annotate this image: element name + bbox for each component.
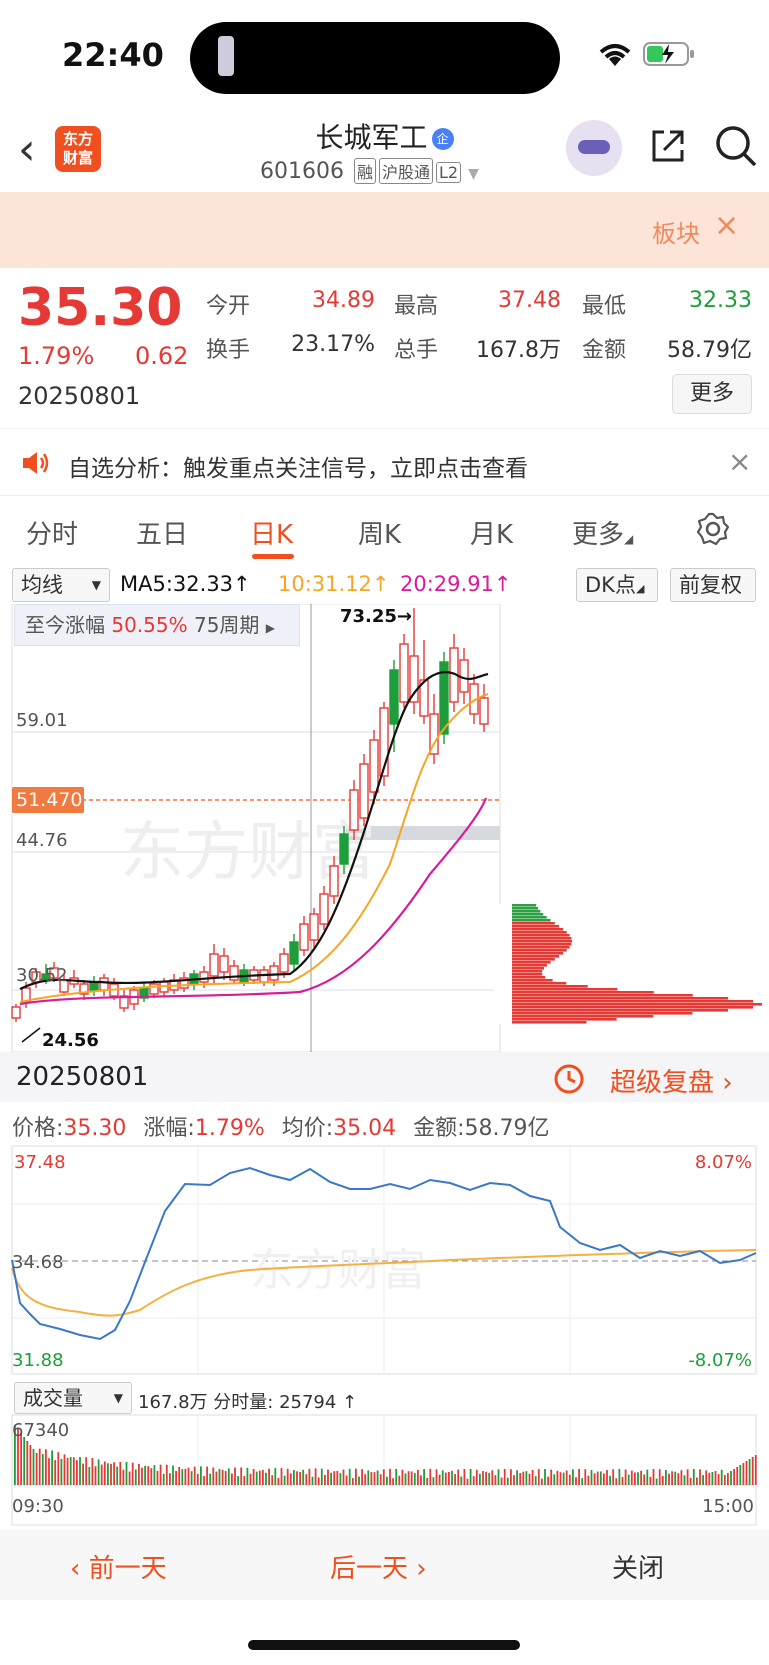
next-day-button[interactable]: 后一天 › [330, 1548, 427, 1585]
quote-panel: 35.30 1.79% 0.62 20250801 今开 34.89 最高 37… [0, 268, 769, 428]
banner-close-icon[interactable]: × [714, 208, 739, 243]
tab-five-day[interactable]: 五日 [136, 514, 188, 551]
change-amount: 0.62 [135, 342, 189, 370]
kchart-y-30: 30.52 [16, 965, 68, 986]
ma10-value: 10:31.12↑ [278, 572, 390, 596]
tab-weekly-k[interactable]: 周K [358, 514, 401, 551]
status-bar: 22:40 [0, 0, 769, 110]
kchart-y-59: 59.01 [16, 710, 68, 731]
super-replay-button[interactable]: 超级复盘 › [610, 1062, 733, 1099]
period-gain-box[interactable]: 至今涨幅 50.55% 75周期 ▶ [14, 604, 300, 646]
low-label: 最低 [582, 294, 627, 319]
turnover-label: 换手 [206, 338, 251, 363]
high-label: 最高 [394, 294, 439, 319]
minute-avg: 35.04 [333, 1116, 397, 1141]
kchart-low-label: 24.56 [42, 1030, 99, 1051]
minute-data-row: 价格:35.30 涨幅:1.79% 均价:35.04 金额:58.79亿 [12, 1116, 550, 1141]
adjust-mode-button[interactable]: 前复权 [670, 568, 756, 602]
ma5-value: MA5:32.33↑ [120, 572, 251, 596]
intraday-pmax: 8.07% [695, 1152, 752, 1173]
replay-row: 20250801 超级复盘 › [0, 1052, 769, 1102]
intraday-watermark: 东方财富 [250, 1245, 426, 1296]
dynamic-island [190, 22, 560, 94]
tag-level2: L2 [436, 162, 462, 183]
tab-daily-k[interactable]: 日K [250, 514, 293, 551]
volume-select[interactable]: 成交量 ▼ [14, 1382, 132, 1414]
close-button[interactable]: 关闭 [612, 1548, 664, 1585]
volume-profile [512, 904, 763, 1024]
notice-bar[interactable]: 自选分析：触发重点关注信号，立即点击查看 × [0, 428, 769, 496]
indicator-bar: 均线 ▼ MA5:32.33↑ 10:31.12↑ 20:29.91↑ DK点◢ … [0, 566, 769, 606]
banner-text: 板块 [652, 220, 700, 248]
stock-code: 601606 [260, 159, 344, 184]
intraday-ymid: 34.68 [12, 1252, 64, 1273]
tag-connect: 沪股通 [379, 158, 434, 184]
enterprise-badge: 企 [431, 128, 454, 150]
intraday-ymin: 31.88 [12, 1350, 64, 1371]
volume-value: 167.8万 [476, 338, 561, 363]
app-header: ‹ 东方 财富 长城军工企 601606 融沪股通 L2 ▼ [0, 110, 769, 192]
kchart-y-current: 51.470 [16, 789, 82, 811]
history-icon [554, 1064, 584, 1094]
ma-select[interactable]: 均线 ▼ [12, 568, 110, 602]
last-price: 35.30 [18, 278, 183, 338]
ma20-value: 20:29.91↑ [400, 572, 512, 596]
high-value: 37.48 [498, 288, 561, 313]
tab-more[interactable]: 更多◢ [572, 514, 633, 551]
time-end: 15:00 [702, 1496, 754, 1517]
open-label: 今开 [206, 294, 251, 319]
flashlight-icon [218, 36, 234, 76]
status-time: 22:40 [62, 36, 164, 74]
notice-close-icon[interactable]: × [728, 445, 751, 478]
minute-price: 35.30 [63, 1116, 127, 1141]
daily-k-chart[interactable]: 东方财富 73.25→ 59.01 51.470 44.76 30.52 24.… [0, 604, 769, 1052]
low-value: 32.33 [689, 288, 752, 313]
tag-margin: 融 [353, 158, 376, 184]
sector-banner[interactable]: 板块 × [0, 192, 769, 268]
minute-amount: 58.79亿 [464, 1116, 550, 1141]
time-start: 09:30 [12, 1496, 64, 1517]
share-icon[interactable] [648, 126, 688, 166]
minute-pct: 1.79% [194, 1116, 265, 1141]
volume-summary: 167.8万 分时量: 25794 ↑ [138, 1392, 358, 1413]
notice-text: 自选分析：触发重点关注信号，立即点击查看 [68, 456, 528, 482]
intraday-ymax: 37.48 [14, 1152, 66, 1173]
amount-label: 金额 [582, 338, 627, 363]
kchart-y-44: 44.76 [16, 830, 68, 851]
quote-date: 20250801 [18, 382, 141, 410]
open-value: 34.89 [312, 288, 375, 313]
dk-point-button[interactable]: DK点◢ [576, 568, 658, 602]
volume-max: 67340 [12, 1420, 69, 1441]
more-button[interactable]: 更多 [672, 374, 752, 414]
bottom-nav: ‹ 前一天 后一天 › 关闭 [0, 1530, 769, 1600]
change-percent: 1.79% [18, 342, 95, 370]
amount-value: 58.79亿 [667, 338, 752, 363]
gear-icon[interactable] [696, 512, 730, 546]
kchart-high-label: 73.25→ [340, 606, 412, 627]
assistant-avatar-button[interactable] [566, 120, 622, 176]
intraday-chart[interactable]: 东方财富 37.48 34.68 31.88 8.07% -8.07% 6734… [0, 1140, 769, 1530]
turnover-value: 23.17% [291, 332, 375, 357]
battery-icon [643, 42, 694, 66]
volume-label: 总手 [394, 338, 439, 363]
search-icon[interactable] [714, 124, 758, 168]
chevron-down-icon: ▼ [468, 166, 479, 182]
stock-code-row[interactable]: 601606 融沪股通 L2 ▼ [260, 158, 479, 184]
tab-monthly-k[interactable]: 月K [470, 514, 513, 551]
speaker-icon [23, 452, 49, 474]
wifi-icon [599, 44, 631, 66]
chart-tabs: 分时 五日 日K 周K 月K 更多◢ [0, 496, 769, 566]
active-tab-indicator [252, 554, 294, 559]
prev-day-button[interactable]: ‹ 前一天 [70, 1548, 167, 1585]
intraday-pmin: -8.07% [688, 1350, 752, 1371]
tab-intraday[interactable]: 分时 [26, 514, 78, 551]
home-indicator [248, 1640, 520, 1650]
selected-date: 20250801 [16, 1062, 149, 1092]
volume-toolbar: 成交量 ▼ 167.8万 分时量: 25794 ↑ [0, 1382, 769, 1416]
